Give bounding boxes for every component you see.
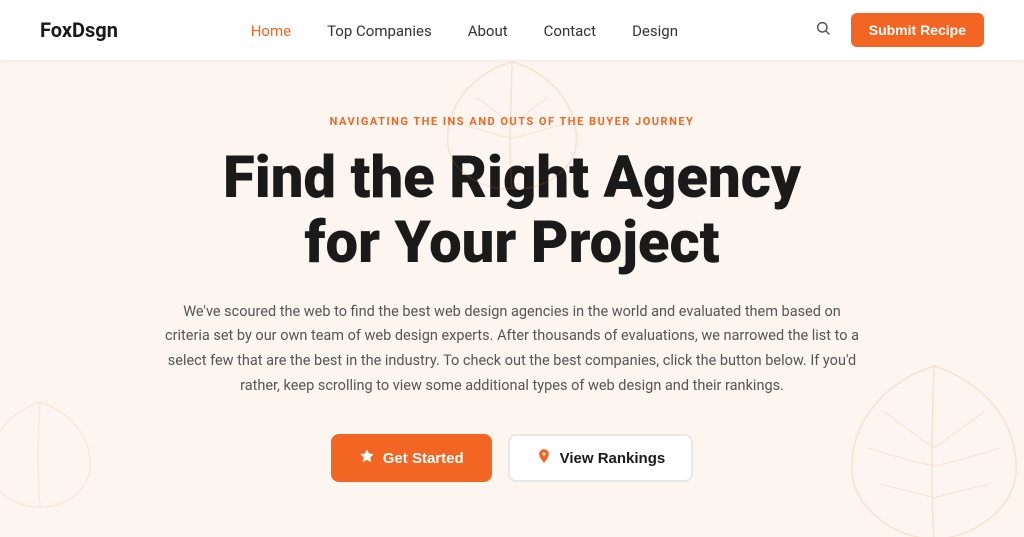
nav-link-home[interactable]: Home bbox=[251, 22, 291, 40]
navbar: FoxDsgn Home Top Companies About Contact… bbox=[0, 0, 1024, 60]
get-started-label: Get Started bbox=[383, 450, 464, 467]
leaf-decoration-bottom-left bbox=[0, 397, 100, 517]
nav-actions: Submit Recipe bbox=[811, 13, 984, 47]
brand-logo: FoxDsgn bbox=[40, 18, 118, 42]
leaf-decoration-bottom-right bbox=[834, 357, 1024, 537]
hero-title: Find the Right Agency for Your Project bbox=[223, 146, 801, 276]
nav-link-design[interactable]: Design bbox=[632, 22, 678, 40]
view-rankings-label: View Rankings bbox=[560, 450, 666, 467]
hero-description: We've scoured the web to find the best w… bbox=[162, 300, 862, 399]
search-button[interactable] bbox=[811, 16, 835, 45]
nav-link-top-companies[interactable]: Top Companies bbox=[327, 22, 432, 40]
hero-title-line2: for Your Project bbox=[304, 209, 719, 277]
view-rankings-button[interactable]: View Rankings bbox=[508, 434, 694, 482]
nav-link-contact[interactable]: Contact bbox=[544, 22, 596, 40]
hero-eyebrow: NAVIGATING THE INS AND OUTS OF THE BUYER… bbox=[330, 115, 695, 128]
hero-title-line1: Find the Right Agency bbox=[223, 144, 801, 212]
pin-icon bbox=[536, 448, 552, 468]
submit-recipe-button[interactable]: Submit Recipe bbox=[851, 13, 984, 47]
get-started-button[interactable]: Get Started bbox=[331, 434, 492, 482]
star-icon bbox=[359, 448, 375, 468]
hero-section: NAVIGATING THE INS AND OUTS OF THE BUYER… bbox=[0, 60, 1024, 537]
nav-link-about[interactable]: About bbox=[468, 22, 508, 40]
search-icon bbox=[815, 23, 831, 40]
hero-cta-group: Get Started View Rankings bbox=[331, 434, 693, 482]
